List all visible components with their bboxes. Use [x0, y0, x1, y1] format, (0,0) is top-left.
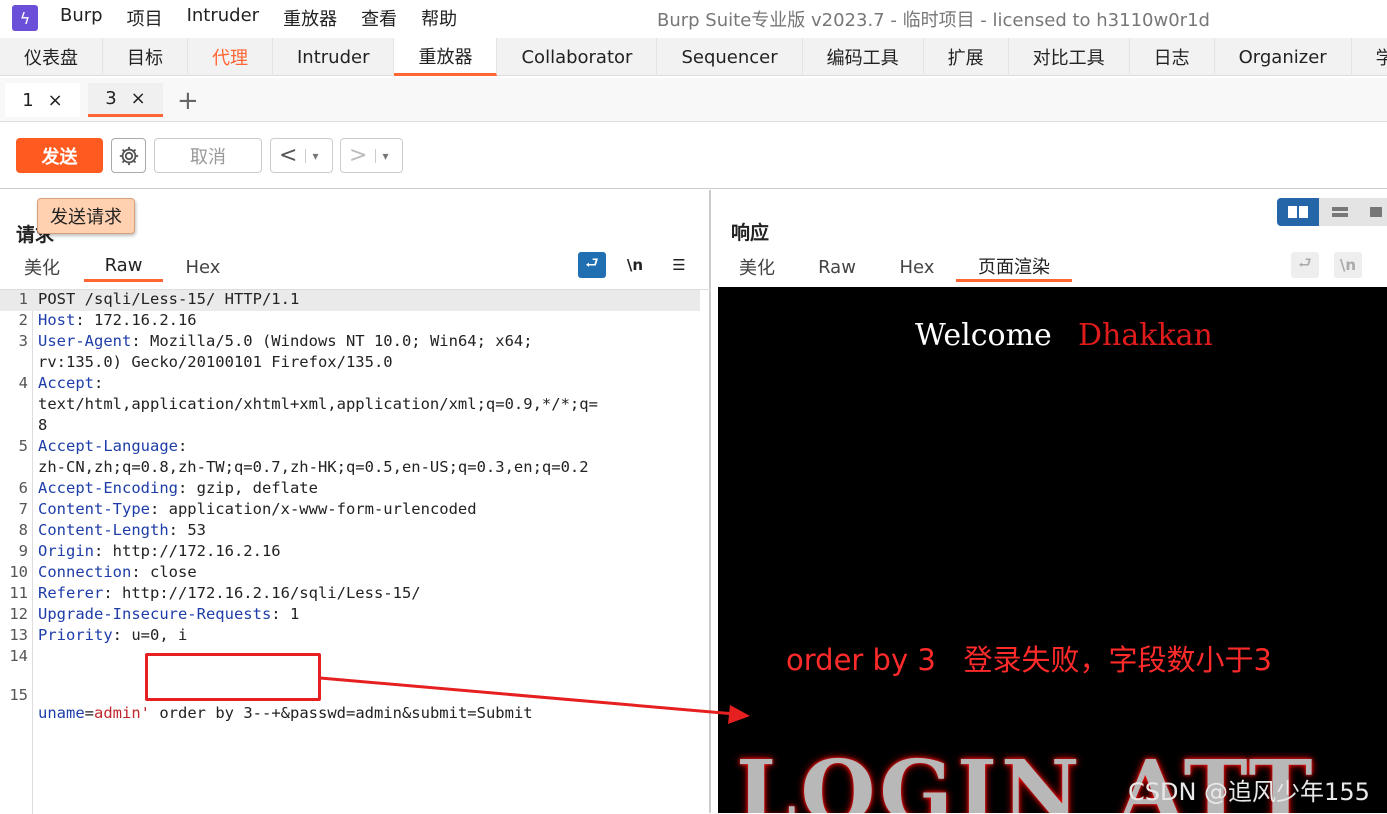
annotation-arrow — [319, 676, 750, 724]
send-tooltip: 发送请求 — [37, 198, 135, 234]
